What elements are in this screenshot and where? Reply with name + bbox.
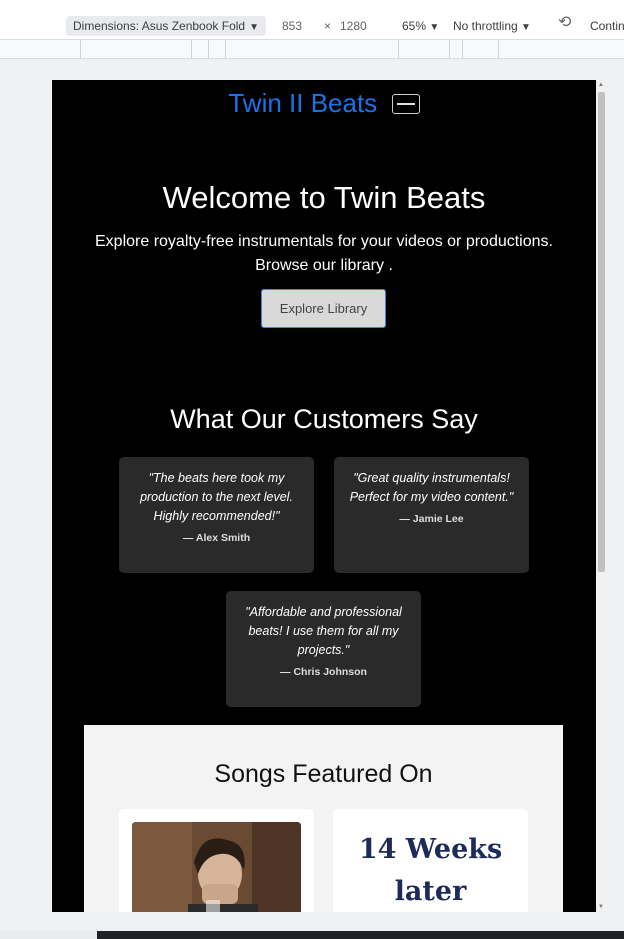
viewport-height-input[interactable]: 1280 bbox=[340, 18, 367, 34]
zoom-value: 65% bbox=[402, 19, 427, 33]
featured-card[interactable] bbox=[119, 809, 314, 912]
devtools-device-toolbar: Dimensions: Asus Zenbook Fold ▼ 853 × 128… bbox=[0, 0, 624, 40]
testimonial-author: — Alex Smith bbox=[182, 532, 251, 544]
featured-section: Songs Featured On 14 Weeks later bbox=[84, 725, 563, 912]
device-dimensions-select[interactable]: Dimensions: Asus Zenbook Fold ▼ bbox=[66, 16, 266, 36]
viewport-width-input[interactable]: 853 bbox=[282, 18, 302, 34]
explore-library-button[interactable]: Explore Library bbox=[261, 289, 386, 328]
hero-subtitle: Explore royalty-free instrumentals for y… bbox=[95, 233, 553, 274]
zoom-select[interactable]: 65% ▼ bbox=[402, 18, 439, 36]
dimension-separator: × bbox=[324, 19, 332, 33]
emulated-viewport: Twin II Beats Welcome to Twin Beats Expl… bbox=[52, 80, 607, 912]
testimonial-author: — Chris Johnson bbox=[280, 666, 367, 678]
testimonials-heading: What Our Customers Say bbox=[170, 404, 478, 434]
scrollbar-thumb[interactable] bbox=[598, 92, 605, 572]
device-dimensions-label: Dimensions: Asus Zenbook Fold bbox=[73, 19, 246, 33]
continue-button[interactable]: Contin bbox=[590, 18, 624, 34]
hero-title: Welcome to Twin Beats bbox=[162, 180, 486, 215]
throttling-value: No throttling bbox=[453, 19, 518, 33]
testimonial-quote: "Great quality instrumentals! Perfect fo… bbox=[349, 471, 514, 504]
taskbar-strip bbox=[0, 931, 624, 939]
dropdown-caret-icon: ▼ bbox=[429, 22, 440, 33]
media-query-ruler bbox=[0, 40, 624, 59]
scroll-up-icon[interactable]: ▲ bbox=[598, 82, 604, 88]
navbar: Twin II Beats bbox=[52, 88, 596, 119]
testimonial-card: "Affordable and professional beats! I us… bbox=[226, 591, 421, 707]
hamburger-menu-icon[interactable] bbox=[391, 93, 420, 114]
testimonial-author: — Jamie Lee bbox=[399, 513, 464, 525]
brand-logo-text[interactable]: Twin II Beats bbox=[228, 88, 377, 119]
viewport-scrollbar[interactable]: ▲ ▼ bbox=[596, 80, 607, 912]
dropdown-caret-icon: ▼ bbox=[521, 22, 531, 33]
dropdown-caret-icon: ▼ bbox=[249, 22, 259, 33]
testimonial-card: "The beats here took my production to th… bbox=[119, 457, 314, 573]
featured-card[interactable]: 14 Weeks later bbox=[333, 809, 528, 912]
featured-photo bbox=[132, 822, 301, 912]
rotate-icon[interactable]: ⟲ bbox=[558, 15, 571, 31]
testimonial-quote: "Affordable and professional beats! I us… bbox=[245, 605, 402, 657]
scroll-down-icon[interactable]: ▼ bbox=[598, 904, 604, 910]
testimonial-quote: "The beats here took my production to th… bbox=[140, 471, 293, 523]
throttling-select[interactable]: No throttling ▼ bbox=[453, 18, 531, 36]
featured-heading: Songs Featured On bbox=[214, 760, 433, 788]
album-cover-title: 14 Weeks later bbox=[358, 834, 503, 907]
testimonial-card: "Great quality instrumentals! Perfect fo… bbox=[334, 457, 529, 573]
